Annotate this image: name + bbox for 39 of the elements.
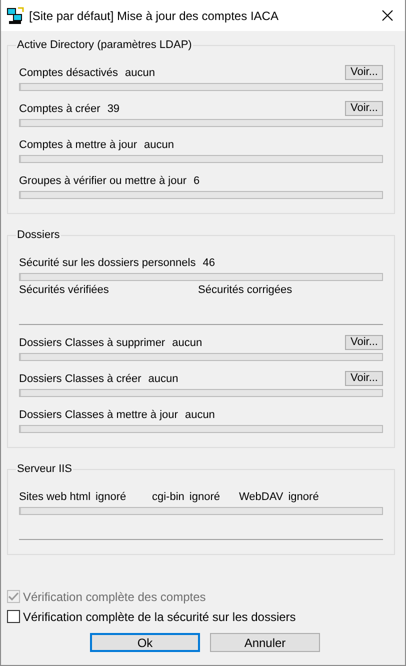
service-status: ignoré	[96, 490, 126, 502]
group-title: Serveur IIS	[16, 463, 74, 475]
counter-label: Comptes à mettre à jour	[19, 138, 137, 150]
window-title: [Site par défaut] Mise à jour des comptes IACA	[29, 8, 280, 22]
view-button[interactable]: Voir...	[345, 65, 383, 80]
counter-value: 6	[194, 174, 200, 186]
group-title: Dossiers	[16, 229, 61, 241]
dialog-button[interactable]: Ok	[90, 633, 200, 652]
counter-value: aucun	[172, 336, 202, 348]
status-label: Sécurités vérifiées	[19, 284, 110, 296]
service-status: ignoré	[288, 490, 319, 502]
view-button[interactable]: Voir...	[345, 335, 383, 350]
counter-value: aucun	[125, 66, 156, 78]
counter-label: Sécurité sur les dossiers personnels	[19, 256, 196, 268]
service-status: ignoré	[189, 490, 220, 502]
status-label: Sécurités corrigées	[198, 284, 294, 296]
counter-label: Comptes à créer	[19, 102, 100, 114]
service-label: WebDAV	[239, 490, 284, 502]
computer-icon	[6, 6, 24, 24]
dialog-button[interactable]: Annuler	[210, 633, 320, 652]
service-label: cgi-bin	[152, 490, 184, 502]
view-button[interactable]: Voir...	[345, 371, 383, 386]
checkbox-label: Vérification complète de la sécurité sur les dossiers	[23, 610, 296, 624]
counter-value: 46	[202, 256, 215, 268]
view-button[interactable]: Voir...	[345, 101, 383, 116]
counter-label: Dossiers Classes à créer	[19, 372, 142, 384]
counter-value: 39	[107, 102, 120, 114]
counter-label: Groupes à vérifier ou mettre à jour	[19, 174, 187, 186]
counter-value: aucun	[148, 372, 178, 384]
checkbox-label: Vérification complète des comptes	[23, 590, 206, 604]
counter-label: Dossiers Classes à supprimer	[19, 336, 166, 348]
counter-label: Dossiers Classes à mettre à jour	[19, 408, 178, 420]
counter-value: aucun	[144, 138, 174, 150]
checkbox[interactable]	[7, 610, 20, 623]
counter-value: aucun	[184, 408, 215, 420]
close-icon[interactable]	[382, 10, 393, 21]
service-label: Sites web html	[19, 490, 91, 502]
counter-label: Comptes désactivés	[19, 66, 118, 78]
group-title: Active Directory (paramètres LDAP)	[16, 39, 193, 51]
